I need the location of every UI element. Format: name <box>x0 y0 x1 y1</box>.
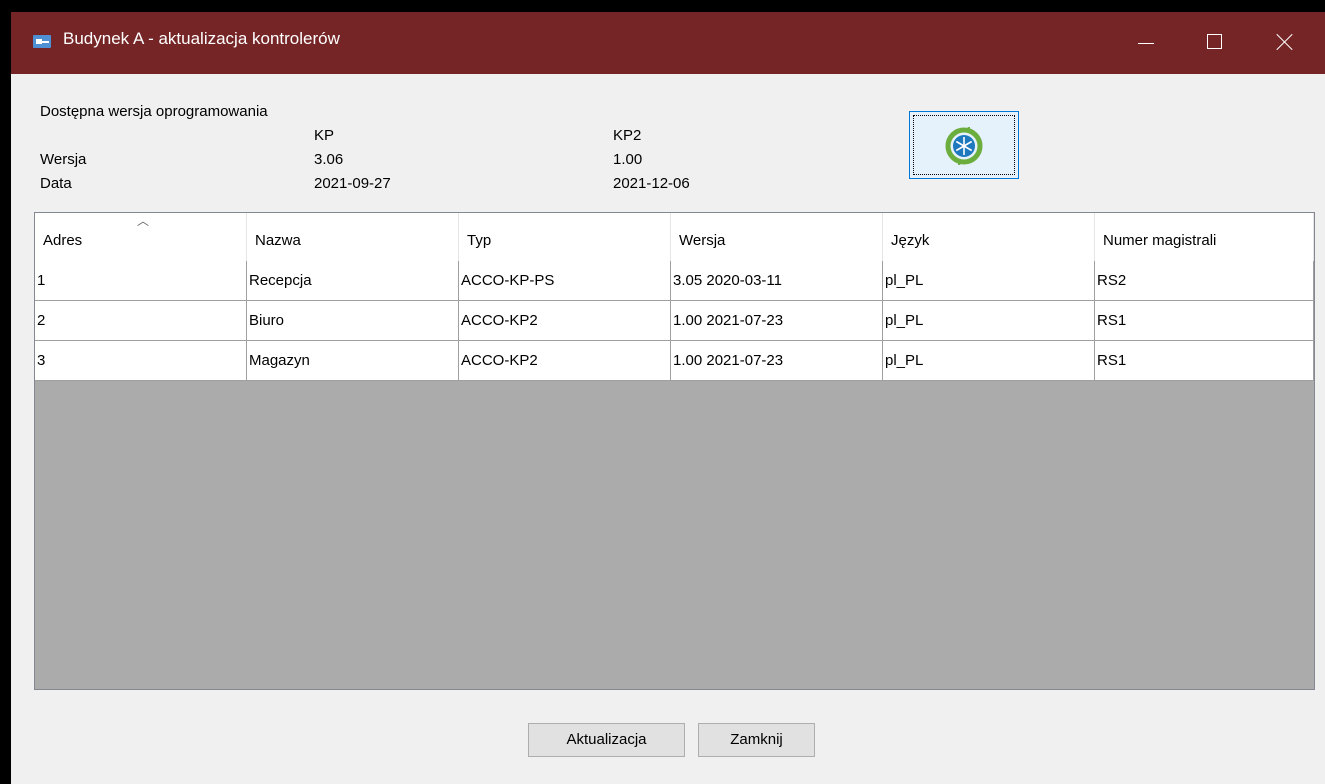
kp-date-value: 2021-09-27 <box>314 175 391 192</box>
key-icon <box>33 35 51 48</box>
cell-numer-magistrali[interactable]: RS1 <box>1095 301 1314 341</box>
table-row[interactable]: 3 Magazyn ACCO-KP2 1.00 2021-07-23 pl_PL… <box>35 341 1314 381</box>
update-button[interactable]: Aktualizacja <box>528 723 685 757</box>
cell-nazwa[interactable]: Magazyn <box>247 341 459 381</box>
dialog-window: Budynek A - aktualizacja kontrolerów Dos… <box>11 12 1325 784</box>
column-header-jezyk[interactable]: Język <box>883 213 1095 261</box>
column-header-typ[interactable]: Typ <box>459 213 671 261</box>
cell-numer-magistrali[interactable]: RS2 <box>1095 261 1314 301</box>
cell-jezyk[interactable]: pl_PL <box>883 341 1095 381</box>
kp2-header: KP2 <box>613 127 642 144</box>
load-firmware-button[interactable] <box>909 111 1019 179</box>
cell-numer-magistrali[interactable]: RS1 <box>1095 341 1314 381</box>
table-row[interactable]: 1 Recepcja ACCO-KP-PS 3.05 2020-03-11 pl… <box>35 261 1314 301</box>
title-bar: Budynek A - aktualizacja kontrolerów <box>11 12 1325 74</box>
cell-wersja[interactable]: 1.00 2021-07-23 <box>671 301 883 341</box>
column-header-adres[interactable]: ︿ Adres <box>35 213 247 261</box>
cell-jezyk[interactable]: pl_PL <box>883 301 1095 341</box>
version-row-label: Wersja <box>40 151 87 168</box>
cell-wersja[interactable]: 3.05 2020-03-11 <box>671 261 883 301</box>
cell-typ[interactable]: ACCO-KP2 <box>459 301 671 341</box>
cell-jezyk[interactable]: pl_PL <box>883 261 1095 301</box>
date-row-label: Data <box>40 175 72 192</box>
firmware-section-label: Dostępna wersja oprogramowania <box>40 103 268 120</box>
kp2-date-value: 2021-12-06 <box>613 175 690 192</box>
column-header-wersja[interactable]: Wersja <box>671 213 883 261</box>
controllers-table: ︿ Adres Nazwa Typ Wersja Język Numer mag… <box>34 212 1315 690</box>
cell-wersja[interactable]: 1.00 2021-07-23 <box>671 341 883 381</box>
column-header-numer-magistrali[interactable]: Numer magistrali <box>1095 213 1314 261</box>
sort-ascending-icon: ︿ <box>137 214 150 228</box>
kp2-version-value: 1.00 <box>613 151 643 168</box>
cell-adres[interactable]: 3 <box>35 341 247 381</box>
table-row[interactable]: 2 Biuro ACCO-KP2 1.00 2021-07-23 pl_PL R… <box>35 301 1314 341</box>
cell-nazwa[interactable]: Biuro <box>247 301 459 341</box>
cell-nazwa[interactable]: Recepcja <box>247 261 459 301</box>
kp-header: KP <box>314 127 335 144</box>
cell-typ[interactable]: ACCO-KP-PS <box>459 261 671 301</box>
cell-adres[interactable]: 1 <box>35 261 247 301</box>
close-button[interactable]: Zamknij <box>698 723 815 757</box>
firmware-update-icon <box>945 127 983 165</box>
column-header-nazwa[interactable]: Nazwa <box>247 213 459 261</box>
cell-typ[interactable]: ACCO-KP2 <box>459 341 671 381</box>
window-title: Budynek A - aktualizacja kontrolerów <box>63 29 340 48</box>
close-window-button[interactable] <box>1257 12 1319 74</box>
table-header: ︿ Adres Nazwa Typ Wersja Język Numer mag… <box>35 213 1314 262</box>
cell-adres[interactable]: 2 <box>35 301 247 341</box>
kp-version-value: 3.06 <box>314 151 344 168</box>
minimize-button[interactable] <box>1118 12 1180 74</box>
maximize-button[interactable] <box>1186 12 1248 74</box>
